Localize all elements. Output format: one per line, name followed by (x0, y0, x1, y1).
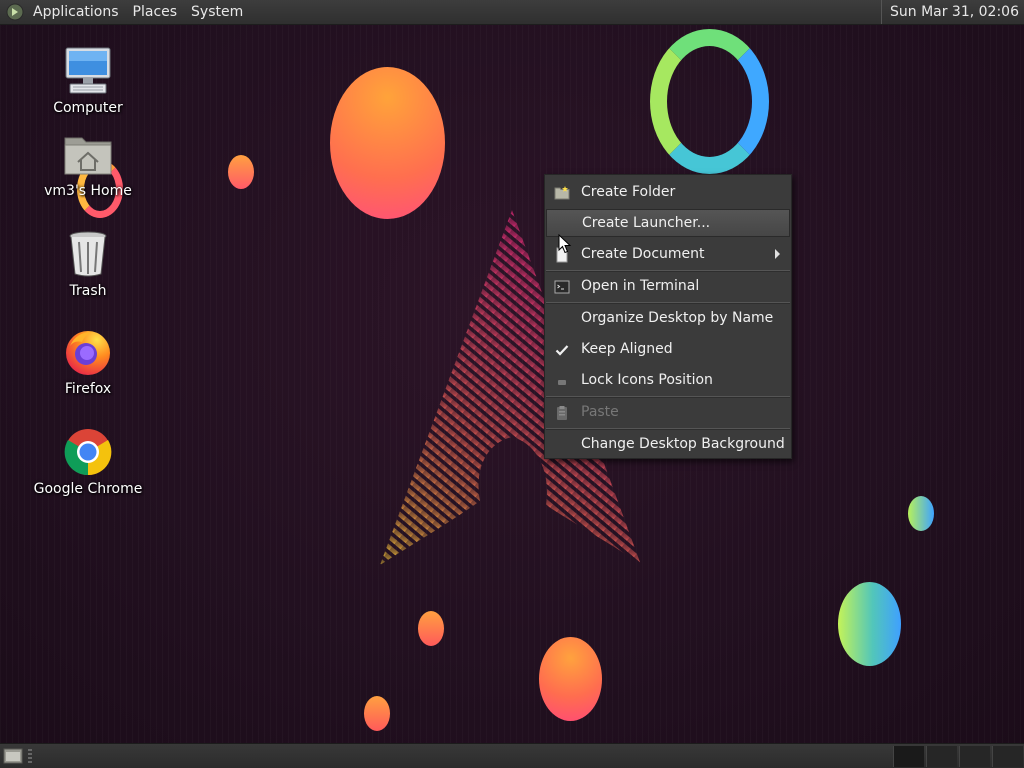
desktop-context-menu: Create Folder Create Launcher... Create … (544, 174, 792, 459)
wallpaper-green-blob (908, 496, 934, 531)
menu-item-label: Paste (581, 404, 619, 420)
menu-item-create-folder[interactable]: Create Folder (546, 178, 790, 206)
system-menu[interactable]: System (184, 0, 250, 25)
lock-icon (558, 380, 566, 385)
places-menu[interactable]: Places (126, 0, 185, 25)
menu-item-label: Create Document (581, 246, 705, 262)
computer-icon (65, 47, 111, 94)
trash-icon (69, 231, 107, 277)
wallpaper-orange-dot-1 (418, 611, 444, 646)
home-folder-icon (64, 137, 112, 175)
bottom-panel (0, 743, 1024, 768)
desktop-background[interactable] (0, 25, 1024, 743)
menu-item-label: Lock Icons Position (581, 372, 713, 388)
checkmark-icon (555, 345, 569, 356)
desktop-icon-chrome[interactable]: Google Chrome (33, 426, 143, 497)
wallpaper-orange-blob-bottom (539, 637, 602, 721)
folder-new-icon (554, 186, 570, 200)
firefox-icon (66, 331, 110, 375)
menu-item-label: Create Folder (581, 184, 676, 200)
menu-item-create-launcher[interactable]: Create Launcher... (546, 209, 790, 237)
menu-item-lock-icons[interactable]: Lock Icons Position (546, 366, 790, 394)
chrome-icon (64, 429, 112, 476)
desktop-icon-trash[interactable]: Trash (33, 228, 143, 299)
menu-item-label: Keep Aligned (581, 341, 673, 357)
desktop-icon-firefox[interactable]: Firefox (33, 326, 143, 397)
mouse-cursor-icon (558, 234, 572, 254)
menu-item-open-terminal[interactable]: Open in Terminal (546, 272, 790, 300)
menu-item-keep-aligned[interactable]: Keep Aligned (546, 335, 790, 363)
terminal-icon (554, 280, 570, 294)
menu-item-paste: Paste (546, 398, 790, 426)
submenu-arrow-icon (775, 249, 780, 259)
menu-item-label: Change Desktop Background (581, 436, 785, 452)
wallpaper-orange-blob (330, 67, 445, 219)
workspace-3[interactable] (959, 746, 990, 767)
wallpaper-orange-blob-small (228, 155, 254, 189)
wallpaper-green-ring (650, 29, 769, 174)
wallpaper-orange-dot-2 (364, 696, 390, 731)
desktop-icon-computer[interactable]: Computer (33, 45, 143, 116)
desktop-icon-label: Computer (53, 100, 123, 116)
mate-logo-icon[interactable] (6, 3, 24, 21)
desktop-icon-label: Trash (69, 283, 107, 299)
menu-item-label: Open in Terminal (581, 278, 700, 294)
clock[interactable]: Sun Mar 31, 02:06 (880, 0, 1024, 24)
top-panel: Applications Places System Sun Mar 31, 0… (0, 0, 1024, 25)
menu-item-change-background[interactable]: Change Desktop Background (546, 430, 790, 458)
desktop-icon-label: vm3's Home (44, 183, 132, 199)
workspace-1[interactable] (893, 746, 924, 767)
menu-item-create-document[interactable]: Create Document (546, 240, 790, 268)
paste-icon (557, 406, 567, 420)
panel-handle[interactable] (28, 749, 32, 763)
menu-item-label: Create Launcher... (582, 215, 711, 231)
desktop-icon-home[interactable]: vm3's Home (33, 128, 143, 199)
menu-item-organize-by-name[interactable]: Organize Desktop by Name (546, 304, 790, 332)
workspace-4[interactable] (992, 746, 1023, 767)
desktop-icon-label: Google Chrome (33, 481, 143, 497)
desktop-icon-label: Firefox (64, 381, 112, 397)
wallpaper-green-blob-large (838, 582, 901, 666)
menu-item-label: Organize Desktop by Name (581, 310, 774, 326)
workspace-2[interactable] (926, 746, 957, 767)
applications-menu[interactable]: Applications (26, 0, 126, 25)
show-desktop-icon[interactable] (3, 748, 23, 764)
